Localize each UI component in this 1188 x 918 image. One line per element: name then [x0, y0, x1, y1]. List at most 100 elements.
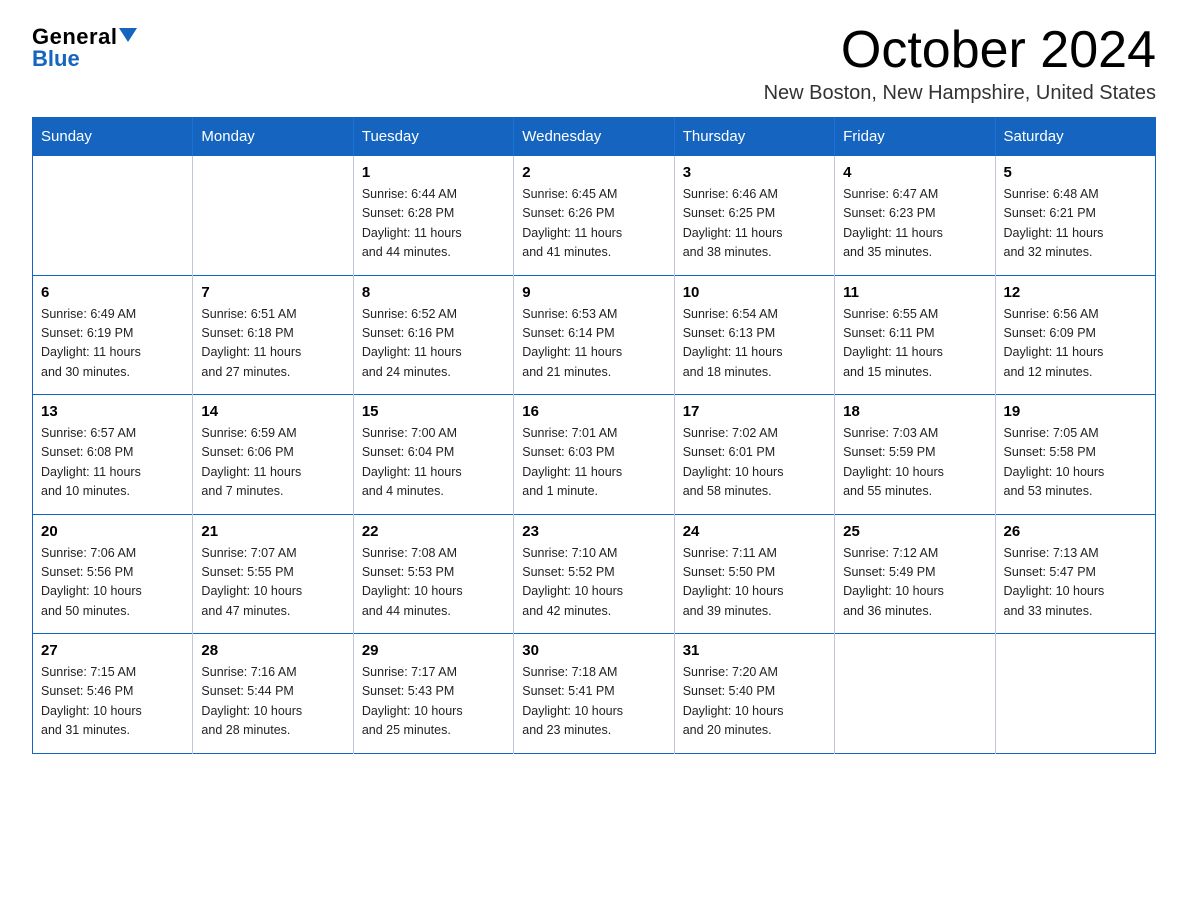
day-cell-9: 9 Sunrise: 6:53 AMSunset: 6:14 PMDaylight…	[514, 275, 674, 395]
day-cell-11: 11Sunrise: 6:55 AMSunset: 6:11 PMDayligh…	[835, 275, 995, 395]
day-number: 24	[683, 523, 826, 540]
day-cell-23: 23Sunrise: 7:10 AMSunset: 5:52 PMDayligh…	[514, 514, 674, 634]
weekday-header-friday: Friday	[835, 118, 995, 156]
day-info: Sunrise: 6:57 AMSunset: 6:08 PMDaylight:…	[41, 424, 184, 502]
day-info: Sunrise: 6:44 AMSunset: 6:28 PMDaylight:…	[362, 185, 505, 263]
day-cell-26: 26 Sunrise: 7:13 AMSunset: 5:47 PMDayligh…	[995, 514, 1155, 634]
day-number: 26	[1004, 523, 1147, 540]
day-cell-22: 22Sunrise: 7:08 AMSunset: 5:53 PMDayligh…	[353, 514, 513, 634]
day-info: Sunrise: 6:51 AMSunset: 6:18 PMDaylight:…	[201, 305, 344, 383]
week-row-5: 27 Sunrise: 7:15 AMSunset: 5:46 PMDayligh…	[33, 634, 1156, 754]
day-cell-5: 5 Sunrise: 6:48 AMSunset: 6:21 PMDaylight…	[995, 156, 1155, 276]
day-cell-25: 25 Sunrise: 7:12 AMSunset: 5:49 PMDayligh…	[835, 514, 995, 634]
day-cell-13: 13 Sunrise: 6:57 AMSunset: 6:08 PMDayligh…	[33, 395, 193, 515]
calendar-subtitle: New Boston, New Hampshire, United States	[764, 82, 1156, 105]
empty-cell	[995, 634, 1155, 754]
empty-cell	[193, 156, 353, 276]
day-info: Sunrise: 7:05 AMSunset: 5:58 PMDaylight:…	[1004, 424, 1147, 502]
title-section: October 2024 New Boston, New Hampshire, …	[764, 24, 1156, 105]
day-info: Sunrise: 6:54 AMSunset: 6:13 PMDaylight:…	[683, 305, 826, 383]
day-number: 1	[362, 164, 505, 181]
day-cell-3: 3Sunrise: 6:46 AMSunset: 6:25 PMDaylight…	[674, 156, 834, 276]
day-number: 19	[1004, 403, 1147, 420]
day-number: 6	[41, 284, 184, 301]
day-number: 9	[522, 284, 665, 301]
day-cell-2: 2 Sunrise: 6:45 AMSunset: 6:26 PMDaylight…	[514, 156, 674, 276]
day-number: 27	[41, 642, 184, 659]
day-info: Sunrise: 6:56 AMSunset: 6:09 PMDaylight:…	[1004, 305, 1147, 383]
day-info: Sunrise: 6:47 AMSunset: 6:23 PMDaylight:…	[843, 185, 986, 263]
empty-cell	[835, 634, 995, 754]
day-number: 25	[843, 523, 986, 540]
day-cell-20: 20 Sunrise: 7:06 AMSunset: 5:56 PMDayligh…	[33, 514, 193, 634]
day-number: 5	[1004, 164, 1147, 181]
logo-blue-text: Blue	[32, 46, 80, 72]
day-info: Sunrise: 6:45 AMSunset: 6:26 PMDaylight:…	[522, 185, 665, 263]
day-info: Sunrise: 6:53 AMSunset: 6:14 PMDaylight:…	[522, 305, 665, 383]
day-number: 4	[843, 164, 986, 181]
day-cell-14: 14 Sunrise: 6:59 AMSunset: 6:06 PMDayligh…	[193, 395, 353, 515]
weekday-header-wednesday: Wednesday	[514, 118, 674, 156]
day-number: 16	[522, 403, 665, 420]
day-cell-7: 7 Sunrise: 6:51 AMSunset: 6:18 PMDaylight…	[193, 275, 353, 395]
day-info: Sunrise: 7:00 AMSunset: 6:04 PMDaylight:…	[362, 424, 505, 502]
day-number: 2	[522, 164, 665, 181]
day-number: 7	[201, 284, 344, 301]
day-cell-29: 29 Sunrise: 7:17 AMSunset: 5:43 PMDayligh…	[353, 634, 513, 754]
weekday-header-saturday: Saturday	[995, 118, 1155, 156]
day-number: 17	[683, 403, 826, 420]
day-cell-1: 1 Sunrise: 6:44 AMSunset: 6:28 PMDaylight…	[353, 156, 513, 276]
day-cell-21: 21Sunrise: 7:07 AMSunset: 5:55 PMDayligh…	[193, 514, 353, 634]
day-number: 12	[1004, 284, 1147, 301]
empty-cell	[33, 156, 193, 276]
calendar-title: October 2024	[764, 24, 1156, 76]
day-info: Sunrise: 7:02 AMSunset: 6:01 PMDaylight:…	[683, 424, 826, 502]
calendar-table: SundayMondayTuesdayWednesdayThursdayFrid…	[32, 117, 1156, 754]
day-cell-15: 15 Sunrise: 7:00 AMSunset: 6:04 PMDayligh…	[353, 395, 513, 515]
weekday-header-sunday: Sunday	[33, 118, 193, 156]
day-number: 8	[362, 284, 505, 301]
calendar-body: 1 Sunrise: 6:44 AMSunset: 6:28 PMDaylight…	[33, 156, 1156, 754]
day-info: Sunrise: 6:48 AMSunset: 6:21 PMDaylight:…	[1004, 185, 1147, 263]
week-row-1: 1 Sunrise: 6:44 AMSunset: 6:28 PMDaylight…	[33, 156, 1156, 276]
day-number: 28	[201, 642, 344, 659]
day-info: Sunrise: 6:52 AMSunset: 6:16 PMDaylight:…	[362, 305, 505, 383]
day-number: 22	[362, 523, 505, 540]
day-number: 10	[683, 284, 826, 301]
day-number: 14	[201, 403, 344, 420]
day-number: 13	[41, 403, 184, 420]
day-number: 23	[522, 523, 665, 540]
day-info: Sunrise: 7:12 AMSunset: 5:49 PMDaylight:…	[843, 544, 986, 622]
day-cell-30: 30Sunrise: 7:18 AMSunset: 5:41 PMDayligh…	[514, 634, 674, 754]
day-info: Sunrise: 7:03 AMSunset: 5:59 PMDaylight:…	[843, 424, 986, 502]
day-number: 11	[843, 284, 986, 301]
day-info: Sunrise: 7:18 AMSunset: 5:41 PMDaylight:…	[522, 663, 665, 741]
weekday-header-monday: Monday	[193, 118, 353, 156]
day-cell-16: 16Sunrise: 7:01 AMSunset: 6:03 PMDayligh…	[514, 395, 674, 515]
week-row-3: 13 Sunrise: 6:57 AMSunset: 6:08 PMDayligh…	[33, 395, 1156, 515]
day-info: Sunrise: 7:06 AMSunset: 5:56 PMDaylight:…	[41, 544, 184, 622]
day-number: 29	[362, 642, 505, 659]
day-info: Sunrise: 7:15 AMSunset: 5:46 PMDaylight:…	[41, 663, 184, 741]
logo: General Blue	[32, 24, 137, 72]
day-cell-6: 6 Sunrise: 6:49 AMSunset: 6:19 PMDaylight…	[33, 275, 193, 395]
day-cell-19: 19 Sunrise: 7:05 AMSunset: 5:58 PMDayligh…	[995, 395, 1155, 515]
day-cell-28: 28Sunrise: 7:16 AMSunset: 5:44 PMDayligh…	[193, 634, 353, 754]
day-cell-18: 18Sunrise: 7:03 AMSunset: 5:59 PMDayligh…	[835, 395, 995, 515]
day-cell-31: 31Sunrise: 7:20 AMSunset: 5:40 PMDayligh…	[674, 634, 834, 754]
day-cell-8: 8 Sunrise: 6:52 AMSunset: 6:16 PMDaylight…	[353, 275, 513, 395]
day-number: 20	[41, 523, 184, 540]
day-info: Sunrise: 6:49 AMSunset: 6:19 PMDaylight:…	[41, 305, 184, 383]
logo-triangle-icon	[119, 28, 137, 42]
day-info: Sunrise: 7:17 AMSunset: 5:43 PMDaylight:…	[362, 663, 505, 741]
day-number: 15	[362, 403, 505, 420]
day-info: Sunrise: 7:07 AMSunset: 5:55 PMDaylight:…	[201, 544, 344, 622]
day-info: Sunrise: 6:59 AMSunset: 6:06 PMDaylight:…	[201, 424, 344, 502]
day-cell-12: 12 Sunrise: 6:56 AMSunset: 6:09 PMDayligh…	[995, 275, 1155, 395]
day-number: 31	[683, 642, 826, 659]
weekday-header-row: SundayMondayTuesdayWednesdayThursdayFrid…	[33, 118, 1156, 156]
weekday-header-tuesday: Tuesday	[353, 118, 513, 156]
day-info: Sunrise: 7:13 AMSunset: 5:47 PMDaylight:…	[1004, 544, 1147, 622]
day-cell-4: 4 Sunrise: 6:47 AMSunset: 6:23 PMDaylight…	[835, 156, 995, 276]
day-number: 3	[683, 164, 826, 181]
